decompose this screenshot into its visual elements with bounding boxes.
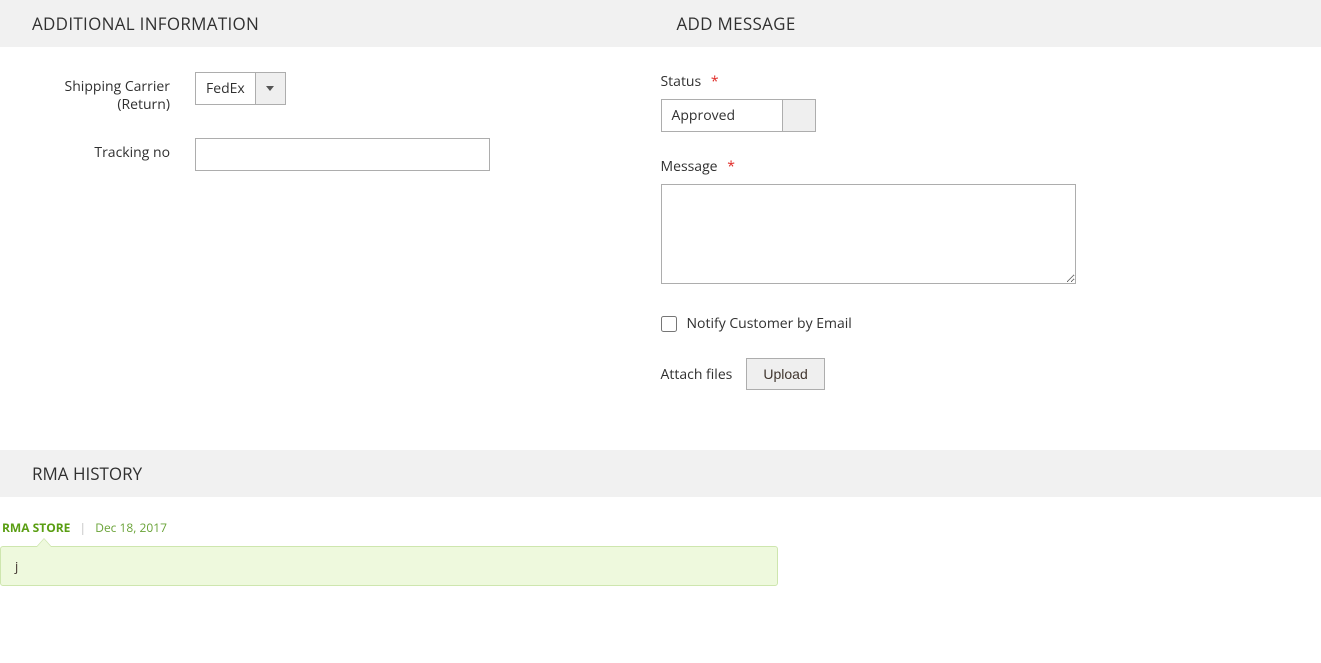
upload-button[interactable]: Upload [746, 358, 824, 390]
history-date: Dec 18, 2017 [95, 519, 167, 536]
message-label-text: Message [661, 157, 718, 176]
history-store-name: RMA STORE [2, 519, 70, 536]
rma-history-heading: RMA HISTORY [12, 462, 1301, 485]
top-section-header: ADDITIONAL INFORMATION ADD MESSAGE [0, 0, 1321, 47]
status-label: Status * [661, 72, 1302, 91]
additional-info-heading: ADDITIONAL INFORMATION [12, 12, 657, 35]
add-message-heading: ADD MESSAGE [657, 12, 1302, 35]
message-textarea[interactable] [661, 184, 1076, 284]
notify-customer-checkbox[interactable] [661, 316, 677, 332]
rma-history-body: RMA STORE | Dec 18, 2017 j [0, 497, 1321, 596]
required-asterisk: * [727, 157, 735, 176]
required-asterisk: * [711, 72, 719, 91]
tracking-no-input[interactable] [195, 138, 490, 171]
rma-history-header: RMA HISTORY [0, 450, 1321, 497]
status-dropdown-button[interactable] [782, 100, 815, 131]
history-message-text: j [15, 557, 18, 575]
notify-customer-label: Notify Customer by Email [687, 314, 852, 333]
shipping-carrier-select[interactable]: FedEx [195, 72, 286, 105]
shipping-carrier-dropdown-button[interactable] [255, 73, 285, 104]
shipping-carrier-value: FedEx [196, 73, 255, 104]
shipping-carrier-label: Shipping Carrier (Return) [20, 72, 195, 113]
tracking-no-label: Tracking no [20, 138, 195, 162]
status-select[interactable]: Approved [661, 99, 816, 132]
chevron-down-icon [266, 86, 274, 91]
status-label-text: Status [661, 72, 702, 91]
history-separator: | [80, 519, 87, 536]
attach-files-label: Attach files [661, 365, 733, 384]
additional-info-panel: Shipping Carrier (Return) FedEx Tracking… [20, 72, 661, 390]
add-message-panel: Status * Approved Message * [661, 72, 1302, 390]
status-value: Approved [662, 100, 782, 131]
history-message-bubble: j [0, 546, 778, 586]
history-entry-meta: RMA STORE | Dec 18, 2017 [0, 519, 1301, 536]
message-label: Message * [661, 157, 1302, 176]
